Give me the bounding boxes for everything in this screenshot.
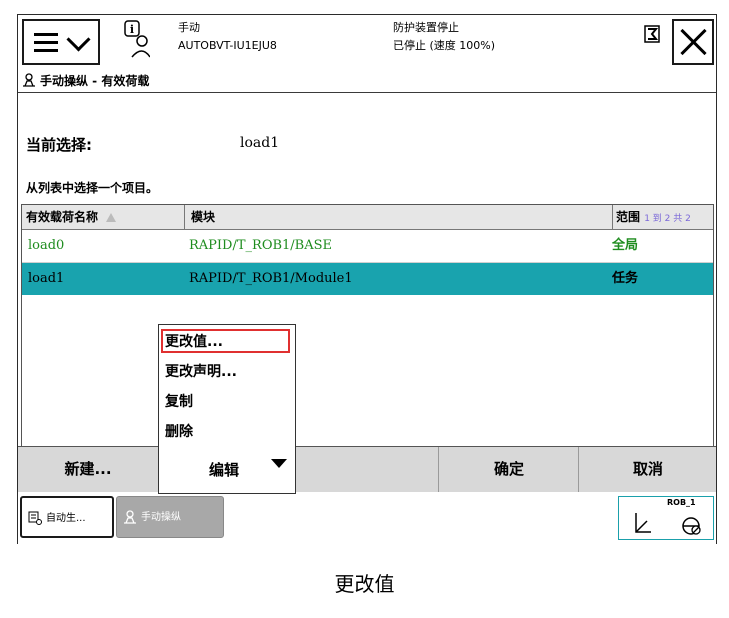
main-menu-button[interactable] bbox=[22, 19, 100, 65]
table-header: 有效载荷名称 模块 范围 1 到 2 共 2 bbox=[22, 205, 713, 230]
column-header-scope[interactable]: 范围 1 到 2 共 2 bbox=[612, 205, 716, 229]
payload-table: 有效载荷名称 模块 范围 1 到 2 共 2 load0 RAPID/T_ROB… bbox=[21, 204, 714, 460]
taskbar: 自动生... 手动操纵 ROB_1 bbox=[18, 492, 716, 544]
row-name: load1 bbox=[28, 271, 65, 286]
svg-text:i: i bbox=[130, 23, 134, 36]
current-selection-value: load1 bbox=[240, 135, 280, 151]
controller-name: AUTOBVT-IU1EJU8 bbox=[178, 39, 277, 52]
task-label: 手动操纵 bbox=[141, 512, 181, 523]
guard-status-text: 防护装置停止 bbox=[393, 21, 459, 34]
caret-down-icon bbox=[271, 459, 287, 468]
breadcrumb: 手动操纵 - 有效荷载 bbox=[18, 70, 716, 93]
figure-caption: 更改值 bbox=[334, 572, 395, 596]
edit-context-menu: 更改值... 更改声明... 复制 删除 编辑 bbox=[158, 324, 296, 494]
task-auto-production[interactable]: 自动生... bbox=[20, 496, 114, 538]
robot-unit-label: ROB_1 bbox=[667, 498, 696, 507]
cancel-button[interactable]: 取消 bbox=[578, 447, 717, 492]
table-row-selected[interactable]: load1 RAPID/T_ROB1/Module1 任务 bbox=[22, 263, 713, 295]
ok-button[interactable]: 确定 bbox=[438, 447, 579, 492]
column-header-module[interactable]: 模块 bbox=[185, 205, 613, 229]
hamburger-icon bbox=[34, 33, 58, 36]
task-label: 自动生... bbox=[46, 513, 86, 524]
program-pointer-icon bbox=[644, 25, 660, 43]
flexpendant-window: i 手动 AUTOBVT-IU1EJU8 防护装置停止 已停止 (速度 100%… bbox=[17, 14, 717, 544]
task-jogging[interactable]: 手动操纵 bbox=[116, 496, 224, 538]
menu-item-copy[interactable]: 复制 bbox=[165, 391, 193, 411]
event-log-icon[interactable]: i bbox=[122, 19, 150, 59]
auto-production-icon bbox=[28, 511, 42, 525]
breadcrumb-text: 手动操纵 - 有效荷载 bbox=[40, 74, 150, 88]
jogging-icon bbox=[23, 73, 35, 87]
row-scope: 任务 bbox=[612, 271, 639, 286]
quickset-robot-button[interactable]: ROB_1 bbox=[618, 496, 714, 540]
row-module: RAPID/T_ROB1/BASE bbox=[189, 238, 333, 253]
chevron-down-icon bbox=[66, 27, 91, 52]
status-run-group: 防护装置停止 已停止 (速度 100%) bbox=[393, 19, 495, 55]
edit-button[interactable]: 编辑 bbox=[209, 459, 239, 480]
status-mode-group: 手动 AUTOBVT-IU1EJU8 bbox=[178, 19, 277, 55]
instruction-text: 从列表中选择一个项目。 bbox=[26, 181, 159, 195]
top-bar: i 手动 AUTOBVT-IU1EJU8 防护装置停止 已停止 (速度 100%… bbox=[18, 15, 716, 70]
close-button[interactable] bbox=[672, 19, 714, 65]
mode-text: 手动 bbox=[178, 21, 200, 34]
menu-item-delete[interactable]: 删除 bbox=[165, 421, 193, 441]
range-info: 1 到 2 共 2 bbox=[644, 214, 691, 224]
new-button[interactable]: 新建... bbox=[18, 447, 159, 492]
row-scope: 全局 bbox=[612, 238, 639, 253]
coordinate-axes-icon bbox=[635, 513, 651, 533]
tool-icon bbox=[682, 517, 701, 535]
command-bar: 新建... 确定 取消 bbox=[18, 446, 716, 493]
row-module: RAPID/T_ROB1/Module1 bbox=[189, 271, 353, 286]
jogging-icon bbox=[124, 510, 136, 524]
table-row[interactable]: load0 RAPID/T_ROB1/BASE 全局 bbox=[22, 230, 713, 263]
menu-item-change-declaration[interactable]: 更改声明... bbox=[165, 361, 237, 381]
current-selection-label: 当前选择: bbox=[26, 136, 92, 154]
menu-item-change-value[interactable]: 更改值... bbox=[165, 331, 223, 351]
row-name: load0 bbox=[28, 238, 65, 253]
run-status-text: 已停止 (速度 100%) bbox=[393, 39, 496, 52]
column-header-name[interactable]: 有效载荷名称 bbox=[26, 205, 185, 229]
sort-ascending-icon bbox=[106, 213, 117, 222]
